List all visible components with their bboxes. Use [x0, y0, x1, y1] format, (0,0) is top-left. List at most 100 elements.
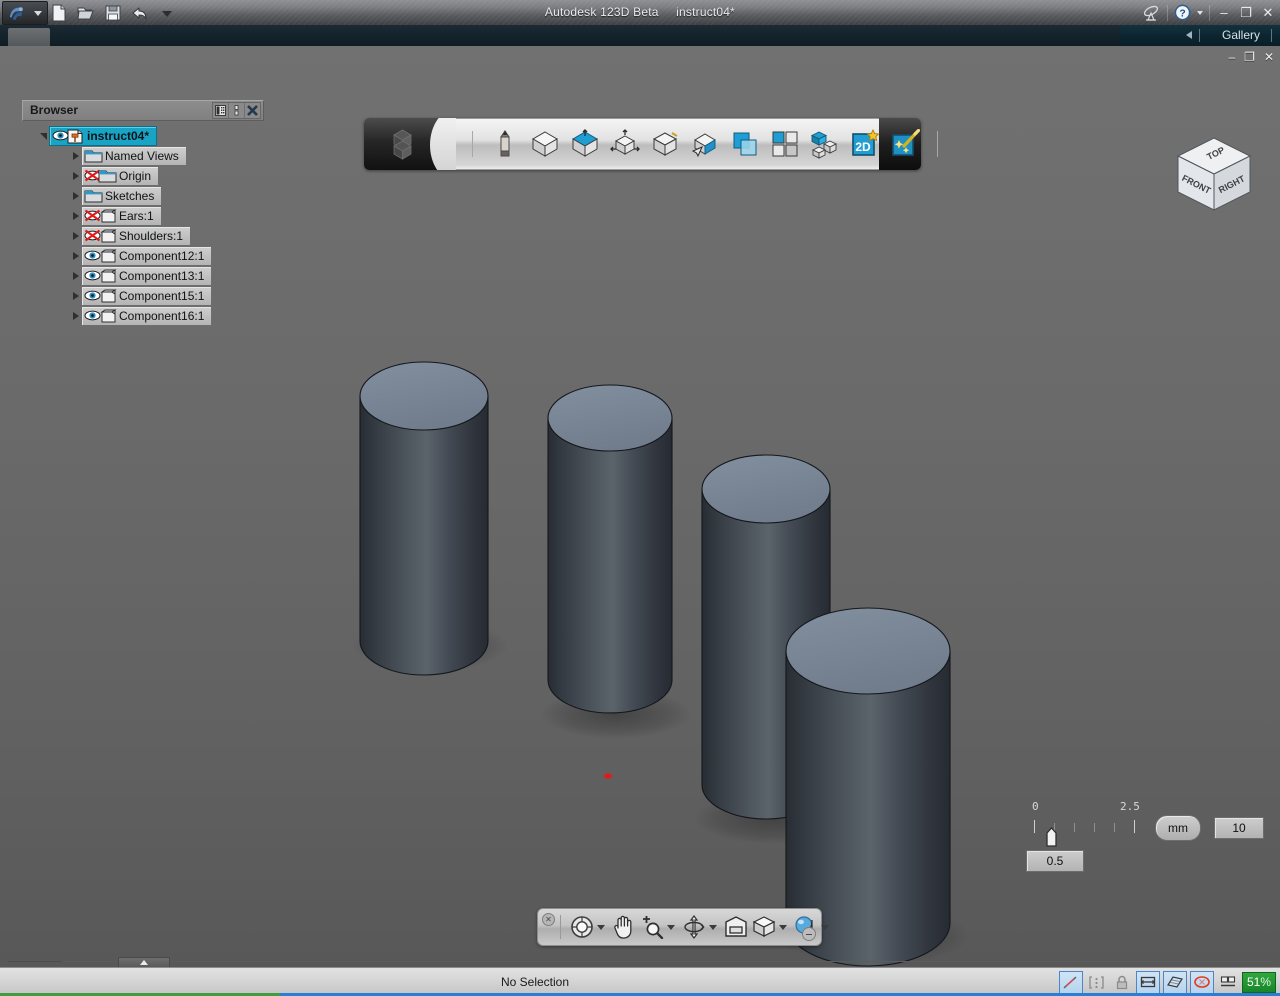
sketch-pencil-tool[interactable] — [489, 128, 521, 160]
tree-node[interactable]: Sketches — [22, 186, 264, 206]
orbit-tool[interactable] — [680, 914, 708, 940]
progress-suffix: % — [1260, 973, 1271, 992]
cube-cluster-icon — [810, 129, 840, 159]
gallery-tab[interactable]: Gallery — [1222, 28, 1260, 42]
view-style-tool[interactable] — [750, 914, 778, 940]
chevron-down-icon[interactable] — [1197, 11, 1203, 15]
view-cube[interactable]: TOP FRONT RIGHT — [1172, 134, 1256, 216]
restore-button[interactable]: ❐ — [1238, 5, 1254, 21]
zoom-value-input[interactable]: 10 — [1214, 817, 1264, 839]
tree-node-label: Shoulders:1 — [115, 229, 183, 243]
cube-arrows-icon — [610, 129, 640, 159]
solid-box-icon — [98, 249, 115, 264]
arrange-tool[interactable] — [769, 128, 801, 160]
navbar-minimize-button[interactable] — [802, 927, 816, 941]
tree-node[interactable]: Component13:1 — [22, 266, 264, 286]
expander-collapsed-icon[interactable] — [70, 231, 81, 242]
solid-box-icon — [98, 269, 115, 284]
cube-assembly-icon[interactable] — [386, 128, 419, 161]
tree-node[interactable]: Origin — [22, 166, 264, 186]
dimension-toggle[interactable] — [1136, 971, 1160, 994]
tree-node-chip[interactable]: Component16:1 — [81, 306, 212, 326]
chevron-down-icon[interactable] — [667, 925, 675, 930]
tree-node-chip[interactable]: instruct04* — [49, 126, 157, 146]
diagonal-line-icon — [1063, 975, 1078, 990]
tree-node-chip[interactable]: Component12:1 — [81, 246, 212, 266]
tree-node[interactable]: instruct04* — [22, 126, 264, 146]
loop-toggle[interactable] — [1190, 971, 1214, 994]
tree-node[interactable]: Component15:1 — [22, 286, 264, 306]
tree-node-chip[interactable]: Ears:1 — [81, 206, 162, 226]
toolbar-separator — [937, 131, 938, 157]
chevron-down-icon[interactable] — [821, 925, 829, 930]
expander-collapsed-icon[interactable] — [70, 291, 81, 302]
tree-node[interactable]: Named Views — [22, 146, 264, 166]
expander-collapsed-icon[interactable] — [70, 311, 81, 322]
cylinder-1[interactable] — [352, 362, 508, 675]
minimize-button[interactable]: – — [1216, 5, 1232, 21]
title-bar-controls: ? – ❐ ✕ — [1143, 1, 1276, 24]
scale-value-input[interactable]: 0.5 — [1026, 850, 1084, 872]
expander-collapsed-icon[interactable] — [70, 271, 81, 282]
document-pin-icon — [66, 129, 85, 144]
ruler-slider-handle[interactable] — [1046, 827, 1057, 847]
mdi-minimize-button[interactable]: – — [1228, 51, 1235, 63]
browser-options-button[interactable] — [229, 103, 245, 118]
chevron-left-icon[interactable] — [1186, 31, 1192, 39]
zoom-tool[interactable] — [638, 914, 666, 940]
construct-tool[interactable] — [569, 128, 601, 160]
tree-node-chip[interactable]: Component15:1 — [81, 286, 212, 306]
help-question-icon[interactable]: ? — [1174, 4, 1191, 21]
chevron-down-icon[interactable] — [597, 925, 605, 930]
tree-node-chip[interactable]: Component13:1 — [81, 266, 212, 286]
cylinder-2[interactable] — [540, 385, 692, 739]
browser-close-button[interactable] — [245, 103, 260, 118]
tree-node-chip[interactable]: Sketches — [81, 186, 162, 206]
tree-node[interactable]: Ears:1 — [22, 206, 264, 226]
unit-selector[interactable]: mm — [1155, 815, 1201, 841]
modify-tool[interactable] — [609, 128, 641, 160]
make-2d-tool[interactable]: 2D — [849, 128, 881, 160]
plane-toggle[interactable] — [1163, 971, 1187, 994]
close-button[interactable]: ✕ — [1260, 5, 1276, 21]
gallery-tab-nub[interactable] — [8, 28, 50, 46]
primitives-tool[interactable] — [529, 128, 561, 160]
tile-windows-toggle[interactable] — [1217, 972, 1239, 993]
combine-tool[interactable] — [729, 128, 761, 160]
toolbar-divider — [1209, 5, 1210, 21]
expander-expanded-icon[interactable] — [38, 131, 49, 142]
tree-node-chip[interactable]: Origin — [81, 166, 159, 186]
expander-collapsed-icon[interactable] — [70, 211, 81, 222]
chevron-down-icon[interactable] — [709, 925, 717, 930]
look-at-tool[interactable] — [722, 914, 750, 940]
sketch-line-toggle[interactable] — [1059, 971, 1083, 994]
tree-node-chip[interactable]: Named Views — [81, 146, 187, 166]
constraints-toggle[interactable] — [1086, 972, 1108, 993]
satellite-dish-icon[interactable] — [1143, 4, 1161, 22]
tree-node-chip[interactable]: Shoulders:1 — [81, 226, 191, 246]
tree-node-label: Component15:1 — [115, 289, 204, 303]
tree-node[interactable]: Shoulders:1 — [22, 226, 264, 246]
navbar-close-button[interactable]: ✕ — [542, 913, 555, 926]
expander-collapsed-icon[interactable] — [70, 171, 81, 182]
mdi-close-button[interactable]: ✕ — [1264, 51, 1274, 63]
chevron-down-icon[interactable] — [779, 925, 787, 930]
grouping-tool[interactable] — [689, 128, 721, 160]
steering-wheel-tool[interactable] — [568, 914, 596, 940]
pan-tool[interactable] — [610, 914, 638, 940]
lock-toggle[interactable] — [1111, 972, 1133, 993]
assemble-tool[interactable] — [809, 128, 841, 160]
pattern-tool[interactable] — [649, 128, 681, 160]
tree-node[interactable]: Component16:1 — [22, 306, 264, 326]
expander-collapsed-icon[interactable] — [70, 191, 81, 202]
tree-node-label: Component13:1 — [115, 269, 204, 283]
3d-viewport[interactable]: – ❐ ✕ Browser — [0, 46, 1280, 968]
tree-node[interactable]: Component12:1 — [22, 246, 264, 266]
browser-filter-button[interactable] — [213, 103, 229, 118]
expander-collapsed-icon[interactable] — [70, 251, 81, 262]
status-bar-indicators: 51% — [1059, 971, 1276, 993]
effects-tool[interactable] — [889, 128, 921, 160]
mdi-restore-button[interactable]: ❐ — [1244, 51, 1255, 63]
expander-collapsed-icon[interactable] — [70, 151, 81, 162]
tree-node-label: Component16:1 — [115, 309, 204, 323]
